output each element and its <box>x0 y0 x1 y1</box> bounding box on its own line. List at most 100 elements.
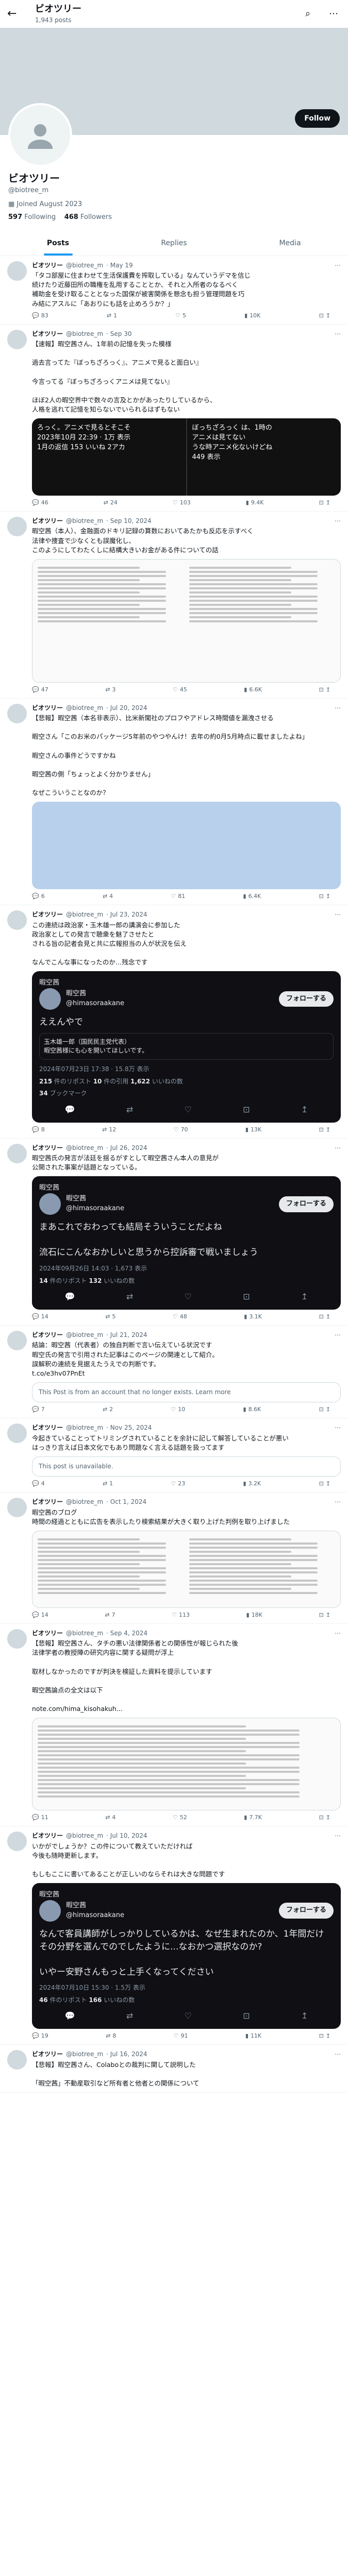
more-options-icon[interactable]: ⋯ <box>326 7 341 21</box>
repost-action[interactable]: ⇄ 1 <box>103 1480 113 1488</box>
reply-icon[interactable]: 💬 <box>65 1104 75 1115</box>
post[interactable]: ビオツリー @biotree_m · Jul 23, 2024 ⋯ この連続は政治家・玉… <box>0 905 348 1139</box>
share-icon[interactable]: ↥ <box>301 1104 308 1115</box>
repost-action[interactable]: ⇄ 5 <box>105 1313 115 1321</box>
bookmark-icon[interactable]: ⊡ <box>319 1313 324 1321</box>
heart-action[interactable]: ♡ 23 <box>171 1480 185 1488</box>
author-name[interactable]: ビオツリー <box>32 517 63 526</box>
following-link[interactable]: 597 Following <box>8 213 56 221</box>
post[interactable]: ビオツリー @biotree_m · Jul 26, 2024 ⋯ 暇空茜氏の発言が法廷… <box>0 1139 348 1326</box>
repost-icon[interactable]: ⇄ <box>126 2010 133 2022</box>
reply-action[interactable]: 💬 19 <box>32 2032 48 2040</box>
heart-action[interactable]: ♡ 48 <box>173 1313 187 1321</box>
more-icon[interactable]: ⋯ <box>335 704 341 713</box>
bookmark-icon[interactable]: ⊡ <box>319 1611 324 1619</box>
heart-action[interactable]: ♡ 70 <box>174 1126 188 1134</box>
embedded-post[interactable]: 暇空茜 暇空茜 @himasoraakane フォローする まあこれでおわっても結局そう… <box>32 1176 341 1310</box>
author-name[interactable]: ビオツリー <box>32 1144 63 1153</box>
author-name[interactable]: ビオツリー <box>32 910 63 919</box>
share-icon[interactable]: ↥ <box>326 1313 330 1321</box>
share-icon[interactable]: ↥ <box>326 1405 330 1414</box>
repost-icon[interactable]: ⇄ <box>126 1104 133 1115</box>
embedded-post[interactable]: 暇空茜 暇空茜 @himasoraakane フォローする なんで客員講師がしっかりして… <box>32 1883 341 2029</box>
post[interactable]: ビオツリー @biotree_m · Sep 4, 2024 ⋯ 【悲報】暇空茜さん、タ… <box>0 1624 348 1827</box>
author-name[interactable]: ビオツリー <box>32 330 63 338</box>
reply-action[interactable]: 💬 7 <box>32 1405 45 1414</box>
post[interactable]: ビオツリー @biotree_m · Sep 30 ⋯ 【速報】暇空茜さん、1年前の記憶… <box>0 325 348 512</box>
post-date[interactable]: · May 19 <box>106 261 133 270</box>
repost-action[interactable]: ⇄ 12 <box>102 1126 116 1134</box>
post-date[interactable]: · Jul 26, 2024 <box>106 1144 147 1153</box>
views-action[interactable]: ▮ 6.6K <box>244 686 262 694</box>
post-date[interactable]: · Jul 20, 2024 <box>106 704 147 713</box>
views-action[interactable]: ▮ 10K <box>244 312 260 320</box>
post-document-image[interactable] <box>32 558 341 683</box>
repost-action[interactable]: ⇄ 24 <box>104 499 118 507</box>
reply-action[interactable]: 💬 83 <box>32 312 48 320</box>
avatar[interactable] <box>7 910 27 930</box>
avatar[interactable] <box>7 516 27 536</box>
bookmark-icon[interactable]: ⊡ <box>243 1104 250 1115</box>
share-icon[interactable]: ↥ <box>326 312 330 320</box>
repost-action[interactable]: ⇄ 1 <box>107 312 117 320</box>
more-icon[interactable]: ⋯ <box>335 1498 341 1506</box>
bookmark-icon[interactable]: ⊡ <box>319 312 324 320</box>
views-action[interactable]: ▮ 6.4K <box>243 892 261 901</box>
repost-action[interactable]: ⇄ 7 <box>105 1611 115 1619</box>
bookmark-icon[interactable]: ⊡ <box>319 499 324 507</box>
avatar[interactable] <box>7 1143 27 1163</box>
bookmark-icon[interactable]: ⊡ <box>319 686 324 694</box>
more-icon[interactable]: ⋯ <box>335 1423 341 1432</box>
more-icon[interactable]: ⋯ <box>335 1832 341 1840</box>
author-name[interactable]: ビオツリー <box>32 1629 63 1638</box>
avatar[interactable] <box>7 1423 27 1444</box>
avatar[interactable] <box>7 261 27 281</box>
author-name[interactable]: ビオツリー <box>32 1423 63 1432</box>
share-icon[interactable]: ↥ <box>301 2010 308 2022</box>
repost-action[interactable]: ⇄ 8 <box>106 2032 116 2040</box>
repost-action[interactable]: ⇄ 2 <box>103 1405 113 1414</box>
share-icon[interactable]: ↥ <box>326 1814 330 1822</box>
search-icon[interactable]: ⌕ <box>301 7 315 21</box>
more-icon[interactable]: ⋯ <box>335 1331 341 1340</box>
more-icon[interactable]: ⋯ <box>335 261 341 270</box>
bookmark-icon[interactable]: ⊡ <box>319 1480 324 1488</box>
author-name[interactable]: ビオツリー <box>32 1498 63 1506</box>
views-action[interactable]: ▮ 8.6K <box>243 1405 261 1414</box>
avatar[interactable] <box>7 1832 27 1852</box>
more-icon[interactable]: ⋯ <box>335 910 341 919</box>
share-icon[interactable]: ↥ <box>326 1126 330 1134</box>
heart-action[interactable]: ♡ 113 <box>172 1611 190 1619</box>
heart-icon[interactable]: ♡ <box>185 1104 192 1115</box>
heart-action[interactable]: ♡ 45 <box>173 686 187 694</box>
post[interactable]: ビオツリー @biotree_m · Sep 10, 2024 ⋯ 暇空茜（本人）、金融… <box>0 512 348 699</box>
avatar[interactable] <box>7 1331 27 1351</box>
reply-action[interactable]: 💬 47 <box>32 686 48 694</box>
back-arrow-icon[interactable]: ← <box>7 6 24 22</box>
reply-icon[interactable]: 💬 <box>65 1291 75 1302</box>
author-name[interactable]: ビオツリー <box>32 261 63 270</box>
post[interactable]: ビオツリー @biotree_m · Jul 21, 2024 ⋯ 結論：暇空茜（代表者… <box>0 1326 348 1419</box>
heart-action[interactable]: ♡ 5 <box>175 312 186 320</box>
views-action[interactable]: ▮ 13K <box>245 1126 261 1134</box>
post[interactable]: ビオツリー @biotree_m · Oct 1, 2024 ⋯ 暇空茜のブログ 時間の… <box>0 1493 348 1624</box>
share-icon[interactable]: ↥ <box>326 1611 330 1619</box>
avatar[interactable] <box>7 703 27 723</box>
heart-icon[interactable]: ♡ <box>185 2010 192 2022</box>
embedded-follow-button[interactable]: フォローする <box>278 991 334 1007</box>
avatar[interactable] <box>7 1498 27 1518</box>
heart-icon[interactable]: ♡ <box>185 1291 192 1302</box>
share-icon[interactable]: ↥ <box>326 2032 330 2040</box>
post-date[interactable]: · Nov 25, 2024 <box>106 1423 152 1432</box>
post[interactable]: ビオツリー @biotree_m · Nov 25, 2024 ⋯ 今起きていることって… <box>0 1418 348 1493</box>
heart-action[interactable]: ♡ 81 <box>171 892 185 901</box>
bookmark-icon[interactable]: ⊡ <box>319 892 324 901</box>
bookmark-icon[interactable]: ⊡ <box>243 2010 250 2022</box>
views-action[interactable]: ▮ 3.1K <box>244 1313 262 1321</box>
views-action[interactable]: ▮ 11K <box>245 2032 261 2040</box>
reply-action[interactable]: 💬 6 <box>32 892 45 901</box>
heart-action[interactable]: ♡ 103 <box>173 499 191 507</box>
post-date[interactable]: · Jul 10, 2024 <box>106 1832 147 1840</box>
embedded-follow-button[interactable]: フォローする <box>278 1903 334 1919</box>
author-name[interactable]: ビオツリー <box>32 1832 63 1840</box>
